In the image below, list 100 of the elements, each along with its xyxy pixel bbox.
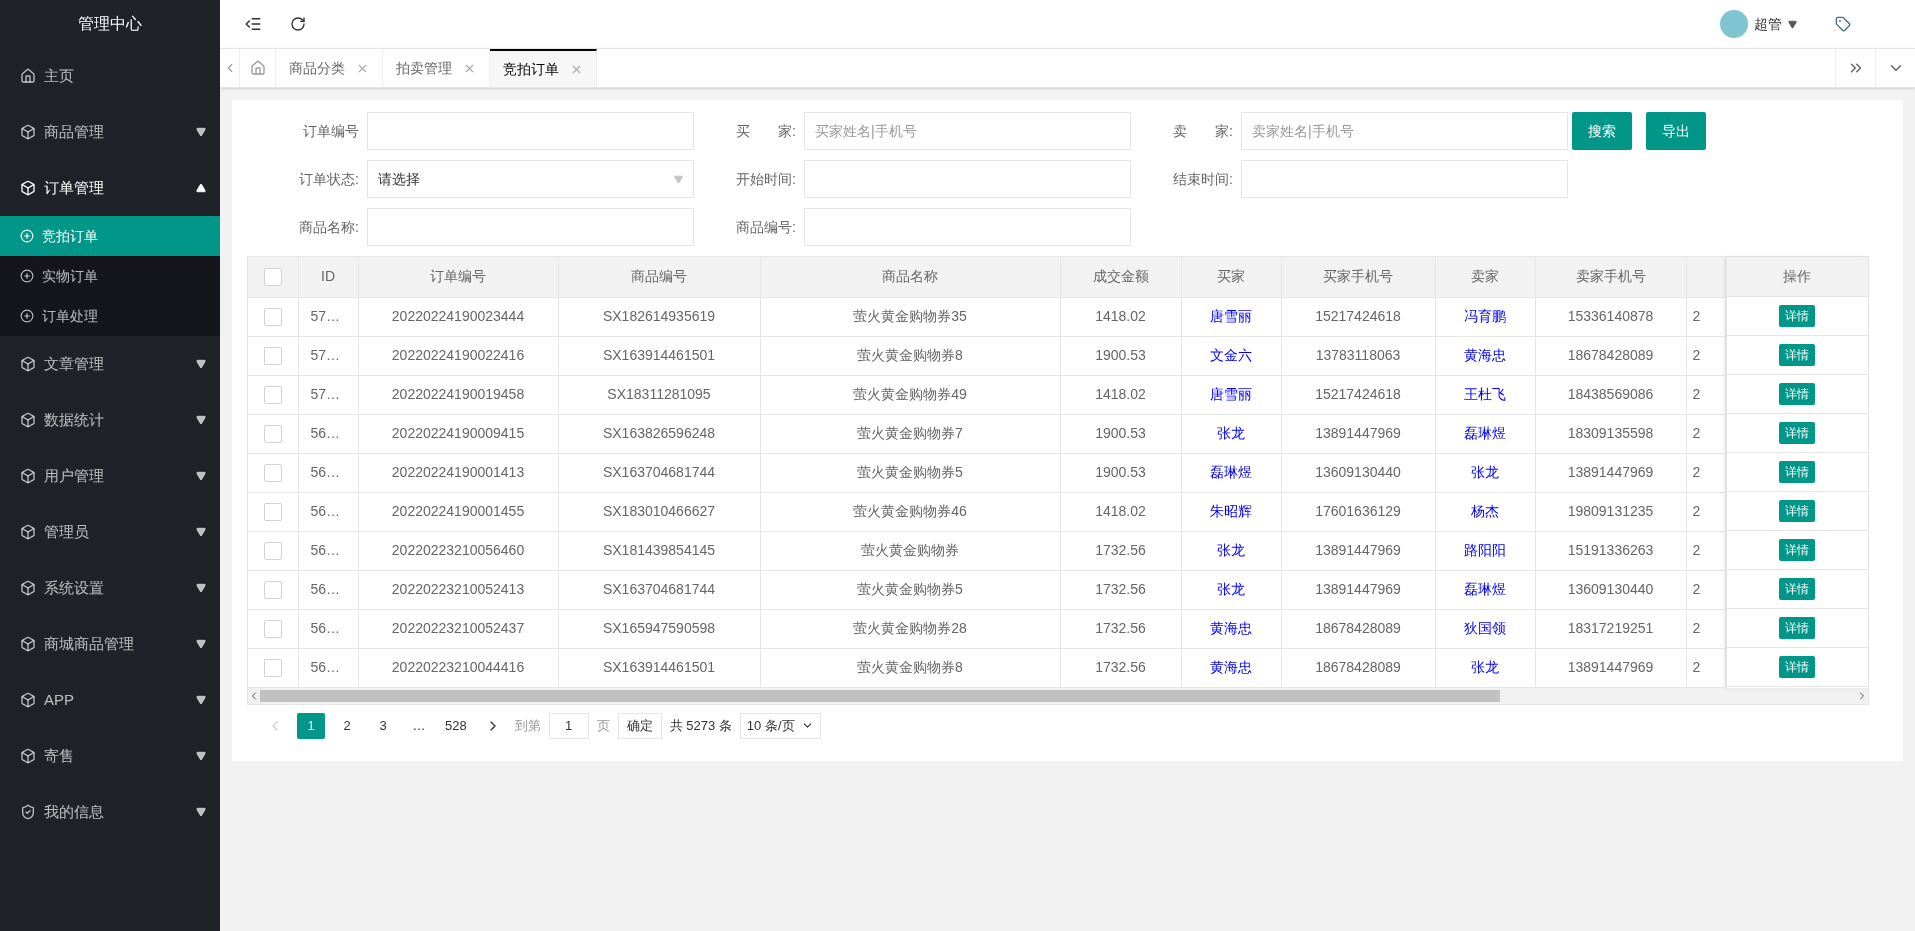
user-link[interactable]: 磊琳煜 bbox=[1464, 425, 1506, 441]
table-cell: 13783118063 bbox=[1315, 347, 1401, 363]
confirm-button[interactable]: 确定 bbox=[617, 712, 662, 739]
input-field[interactable] bbox=[367, 208, 694, 246]
sidebar-item[interactable]: 系统设置 bbox=[0, 560, 220, 616]
table-cell: 15217424618 bbox=[1315, 386, 1401, 402]
input-field[interactable] bbox=[804, 160, 1131, 198]
refresh-icon[interactable] bbox=[290, 16, 306, 32]
collapse-menu-icon[interactable] bbox=[244, 15, 262, 33]
tab[interactable]: 竞拍订单 bbox=[490, 49, 597, 87]
user-link[interactable]: 冯育鹏 bbox=[1464, 308, 1506, 324]
column-header: 卖家 bbox=[1471, 268, 1499, 285]
details-button[interactable]: 详情 bbox=[1779, 656, 1816, 678]
checkbox[interactable] bbox=[263, 307, 282, 326]
details-button[interactable]: 详情 bbox=[1779, 305, 1816, 327]
details-button[interactable]: 详情 bbox=[1779, 500, 1816, 522]
checkbox[interactable] bbox=[263, 541, 282, 560]
user-link[interactable]: 张龙 bbox=[1217, 425, 1245, 441]
sidebar-subitem[interactable]: 订单处理 bbox=[0, 296, 220, 336]
user-link[interactable]: 张龙 bbox=[1471, 659, 1499, 675]
page-link[interactable]: 3 bbox=[369, 712, 397, 739]
user-name[interactable]: 超管 bbox=[1754, 13, 1782, 35]
checkbox[interactable] bbox=[263, 346, 282, 365]
table-cell: 15191336263 bbox=[1567, 542, 1654, 558]
user-link[interactable]: 黄海忠 bbox=[1464, 347, 1506, 363]
scrollbar-thumb[interactable] bbox=[260, 689, 1500, 702]
user-link[interactable]: 张龙 bbox=[1217, 542, 1245, 558]
sidebar-item[interactable]: 我的信息 bbox=[0, 784, 220, 840]
table-cell: 15217424618 bbox=[1315, 308, 1401, 324]
select-field[interactable]: 请选择 bbox=[367, 160, 694, 198]
sidebar-item[interactable]: 用户管理 bbox=[0, 448, 220, 504]
page-link[interactable]: 528 bbox=[441, 712, 471, 739]
table-cell: 2 bbox=[1692, 542, 1701, 558]
table-cell: SX163826596248 bbox=[602, 425, 716, 441]
details-button[interactable]: 详情 bbox=[1779, 578, 1816, 600]
export-button[interactable]: 导出 bbox=[1646, 112, 1706, 150]
input-field[interactable]: 买家姓名|手机号 bbox=[804, 112, 1131, 150]
tab[interactable]: 商品分类 bbox=[276, 49, 383, 87]
cube-icon bbox=[20, 636, 36, 652]
user-link[interactable]: 黄海忠 bbox=[1210, 620, 1252, 636]
sidebar-subitem[interactable]: 实物订单 bbox=[0, 256, 220, 296]
checkbox[interactable] bbox=[263, 385, 282, 404]
tag-icon[interactable] bbox=[1835, 16, 1851, 32]
details-button[interactable]: 详情 bbox=[1779, 539, 1816, 561]
sidebar-item[interactable]: 数据统计 bbox=[0, 392, 220, 448]
user-link[interactable]: 唐雪丽 bbox=[1210, 308, 1252, 324]
table-cell: 20220223210052437 bbox=[391, 620, 525, 636]
table-cell: 20220223210056460 bbox=[391, 542, 525, 558]
user-link[interactable]: 磊琳煜 bbox=[1464, 581, 1506, 597]
sidebar-item[interactable]: 文章管理 bbox=[0, 336, 220, 392]
page-link[interactable]: … bbox=[405, 712, 433, 739]
table-cell: 1732.56 bbox=[1095, 542, 1146, 558]
user-link[interactable]: 朱昭辉 bbox=[1210, 503, 1252, 519]
page-input[interactable]: 1 bbox=[548, 712, 589, 739]
user-link[interactable]: 杨杰 bbox=[1471, 503, 1499, 519]
search-button[interactable]: 搜索 bbox=[1572, 112, 1632, 150]
details-button[interactable]: 详情 bbox=[1779, 617, 1816, 639]
user-link[interactable]: 张龙 bbox=[1471, 464, 1499, 480]
checkbox[interactable] bbox=[263, 463, 282, 482]
sidebar-item[interactable]: APP bbox=[0, 672, 220, 728]
input-field[interactable] bbox=[804, 208, 1131, 246]
sidebar-item[interactable]: 订单管理 bbox=[0, 160, 220, 216]
page-link[interactable]: 1 bbox=[297, 712, 325, 739]
checkbox[interactable] bbox=[263, 502, 282, 521]
table-cell: 萤火黄金购物券49 bbox=[853, 386, 967, 402]
details-button[interactable]: 详情 bbox=[1779, 461, 1816, 483]
table-cell: 20220223210052413 bbox=[391, 581, 525, 597]
caret-down-icon bbox=[196, 807, 206, 817]
checkbox[interactable] bbox=[263, 658, 282, 677]
details-button[interactable]: 详情 bbox=[1779, 422, 1816, 444]
sidebar-item[interactable]: 主页 bbox=[0, 48, 220, 104]
user-link[interactable]: 路阳阳 bbox=[1464, 542, 1506, 558]
details-button[interactable]: 详情 bbox=[1779, 383, 1816, 405]
input-field[interactable] bbox=[367, 112, 694, 150]
user-link[interactable]: 狄国领 bbox=[1464, 620, 1506, 636]
user-link[interactable]: 王杜飞 bbox=[1464, 386, 1506, 402]
checkbox[interactable] bbox=[263, 580, 282, 599]
details-button[interactable]: 详情 bbox=[1779, 344, 1816, 366]
checkbox[interactable] bbox=[263, 267, 282, 286]
checkbox[interactable] bbox=[263, 424, 282, 443]
user-link[interactable]: 磊琳煜 bbox=[1210, 464, 1252, 480]
checkbox[interactable] bbox=[263, 619, 282, 638]
sidebar-item[interactable]: 寄售 bbox=[0, 728, 220, 784]
user-link[interactable]: 唐雪丽 bbox=[1210, 386, 1252, 402]
sidebar-subitem[interactable]: 竞拍订单 bbox=[0, 216, 220, 256]
input-field[interactable]: 卖家姓名|手机号 bbox=[1241, 112, 1568, 150]
user-link[interactable]: 黄海忠 bbox=[1210, 659, 1252, 675]
user-link[interactable]: 文金六 bbox=[1210, 347, 1252, 363]
table-cell: 2 bbox=[1692, 581, 1701, 597]
page-size-select[interactable]: 10 条/页 bbox=[739, 712, 821, 739]
table-cell: 18678428089 bbox=[1315, 620, 1401, 636]
field-label: 订单编号 bbox=[302, 121, 360, 141]
page-link[interactable]: 2 bbox=[333, 712, 361, 739]
column-header: 订单编号 bbox=[430, 268, 486, 285]
sidebar-item[interactable]: 商品管理 bbox=[0, 104, 220, 160]
user-link[interactable]: 张龙 bbox=[1217, 581, 1245, 597]
sidebar-item[interactable]: 商城商品管理 bbox=[0, 616, 220, 672]
input-field[interactable] bbox=[1241, 160, 1568, 198]
avatar[interactable] bbox=[1720, 10, 1748, 38]
sidebar-item[interactable]: 管理员 bbox=[0, 504, 220, 560]
